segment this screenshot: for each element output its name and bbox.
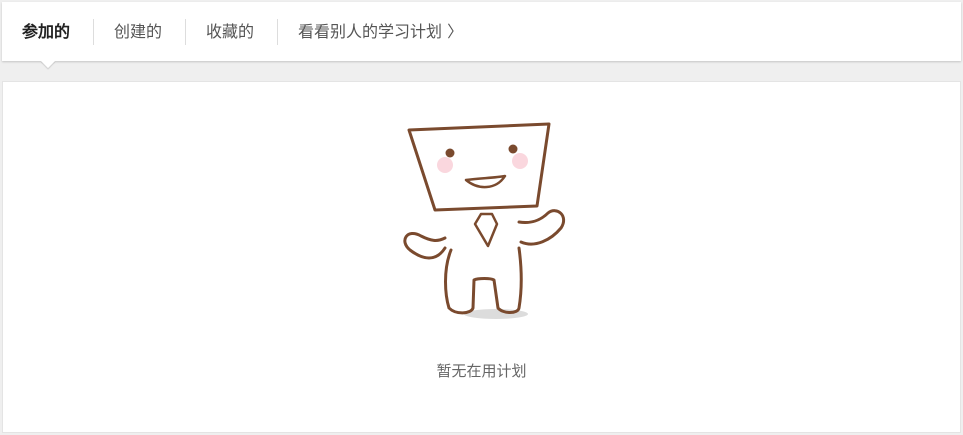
tab-divider: [93, 19, 94, 45]
others-plans-link[interactable]: 看看别人的学习计划 〉: [298, 2, 463, 61]
chevron-right-icon: 〉: [447, 22, 464, 41]
tab-favorited[interactable]: 收藏的: [206, 2, 254, 61]
empty-state-panel: 暂无在用计划: [2, 81, 961, 433]
tab-joined[interactable]: 参加的: [22, 2, 70, 61]
tab-divider: [277, 19, 278, 45]
page: 参加的 创建的 收藏的 看看别人的学习计划 〉 暂无在用计划: [0, 0, 963, 435]
box-head-mascot-icon: [403, 122, 566, 319]
tab-divider: [185, 19, 186, 45]
empty-state-message: 暂无在用计划: [436, 362, 527, 380]
tab-bar: 参加的 创建的 收藏的 看看别人的学习计划 〉: [2, 2, 961, 69]
others-plans-label: 看看别人的学习计划: [298, 22, 443, 41]
tab-created[interactable]: 创建的: [114, 2, 162, 61]
